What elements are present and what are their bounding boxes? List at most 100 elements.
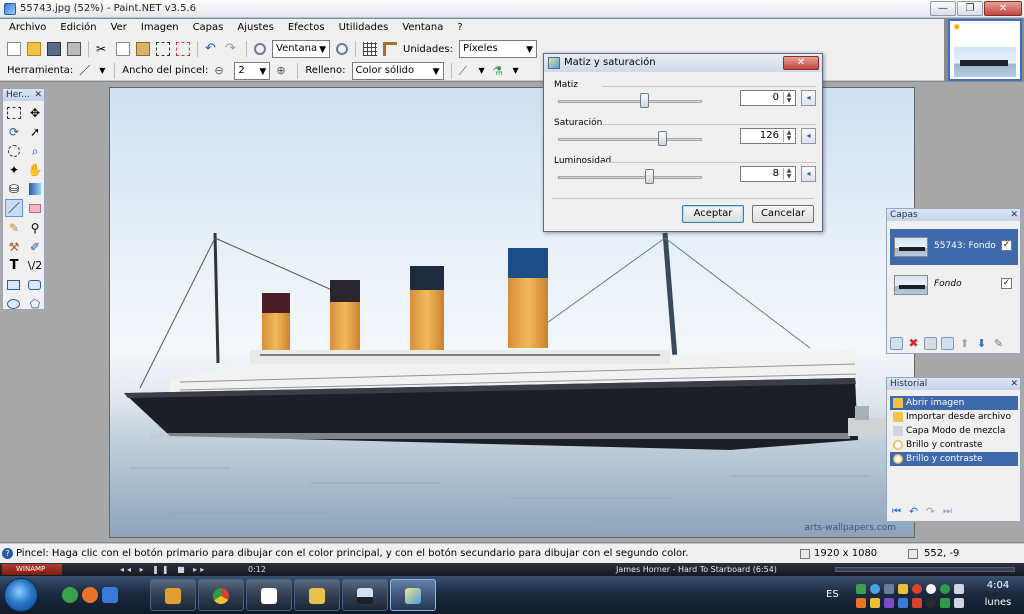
undo-icon[interactable]: ↶ <box>907 505 920 518</box>
zoom-mode-select[interactable]: Ventana ▼ <box>272 40 330 58</box>
layer-item[interactable]: Fondo ✓ <box>890 267 1018 303</box>
saturation-slider-thumb[interactable] <box>657 131 667 146</box>
close-button[interactable]: ✕ <box>984 1 1022 16</box>
menu-capas[interactable]: Capas <box>186 20 231 36</box>
lightness-input[interactable]: 8 ▲ ▼ <box>740 166 796 182</box>
tray-update-icon[interactable] <box>856 598 866 608</box>
tray-antivirus-icon[interactable] <box>912 584 922 594</box>
save-icon[interactable] <box>47 42 61 56</box>
paste-icon[interactable] <box>136 42 150 56</box>
rewind-icon[interactable]: ⏮ <box>890 505 903 518</box>
chevron-down-icon[interactable]: ▼ <box>513 64 521 78</box>
move-selection-icon[interactable]: ✥ <box>26 104 44 122</box>
paintbrush-icon[interactable]: ／ <box>79 64 93 78</box>
tray-bluetooth-icon[interactable] <box>898 598 908 608</box>
accept-button[interactable]: Aceptar <box>682 205 744 223</box>
hue-slider-track[interactable] <box>558 100 702 103</box>
layer-item[interactable]: 55743: Fondo ✓ <box>890 229 1018 265</box>
spin-arrows-icon[interactable]: ▲ ▼ <box>783 92 794 104</box>
fill-select[interactable]: Color sólido ▼ <box>351 61 444 80</box>
lightness-slider-track[interactable] <box>558 176 702 179</box>
history-item[interactable]: Abrir imagen <box>890 396 1018 410</box>
ellipse-icon[interactable] <box>7 299 20 309</box>
menu-imagen[interactable]: Imagen <box>134 20 186 36</box>
tray-volume-icon[interactable] <box>954 584 964 594</box>
ruler-icon[interactable] <box>383 42 397 56</box>
spin-arrows-icon[interactable]: ▲ ▼ <box>783 130 794 142</box>
add-layer-icon[interactable] <box>890 337 903 350</box>
cut-icon[interactable]: ✂ <box>96 42 110 56</box>
new-file-icon[interactable] <box>7 42 21 56</box>
chevron-down-icon[interactable]: ▼ <box>99 64 107 78</box>
tray-battery-icon[interactable] <box>940 598 950 608</box>
tray-network-icon[interactable] <box>856 584 866 594</box>
firefox-icon[interactable] <box>82 587 98 603</box>
winamp-controls[interactable]: ◂◂ ▸ ❚❚ ■ ▸▸ <box>120 563 207 576</box>
move-layer-up-icon[interactable]: ⬆ <box>958 337 971 350</box>
move-layer-down-icon[interactable]: ⬇ <box>975 337 988 350</box>
move-selection-outline-icon[interactable]: ➚ <box>26 123 44 141</box>
taskbar-app-folder[interactable] <box>294 579 340 611</box>
taskbar-app-winamp[interactable] <box>150 579 196 611</box>
line-curve-icon[interactable]: \/2 <box>26 257 44 275</box>
tray-security-icon[interactable] <box>898 584 908 594</box>
minimize-button[interactable]: — <box>930 1 956 16</box>
tray-device-icon[interactable] <box>884 584 894 594</box>
increase-width-icon[interactable]: ⊕ <box>276 64 290 78</box>
eraser-icon[interactable] <box>29 204 41 213</box>
lightness-reset-button[interactable]: ◂ <box>801 166 816 182</box>
copy-icon[interactable] <box>116 42 130 56</box>
paintbrush-tool-icon[interactable]: ／ <box>5 199 23 217</box>
recolor-icon[interactable]: ✐ <box>26 238 44 256</box>
fast-forward-icon[interactable]: ⏭ <box>941 505 954 518</box>
taskbar-app-paintnet[interactable] <box>390 579 436 611</box>
tray-warning-icon[interactable] <box>870 598 880 608</box>
clone-stamp-icon[interactable]: ⚒ <box>5 238 23 256</box>
taskbar-app-chrome[interactable] <box>198 579 244 611</box>
units-select[interactable]: Píxeles ▼ <box>459 40 537 58</box>
text-icon[interactable]: T <box>5 257 23 275</box>
chevron-down-icon[interactable]: ▼ <box>479 64 487 78</box>
spin-arrows-icon[interactable]: ▲ ▼ <box>783 168 794 180</box>
gradient-icon[interactable] <box>29 183 41 195</box>
tray-messenger-icon[interactable] <box>870 584 880 594</box>
undo-icon[interactable]: ↶ <box>205 42 219 56</box>
hue-slider-thumb[interactable] <box>640 93 650 108</box>
redo-icon[interactable]: ↷ <box>225 42 239 56</box>
lasso-select-icon[interactable]: ⟳ <box>5 123 23 141</box>
menu-help[interactable]: ? <box>450 20 469 36</box>
grid-icon[interactable] <box>363 42 377 56</box>
rectangle-icon[interactable] <box>7 280 20 290</box>
brush-width-select[interactable]: 2 ▼ <box>234 61 271 80</box>
color-picker-icon[interactable]: ⚲ <box>26 219 44 237</box>
lightness-slider-thumb[interactable] <box>644 169 654 184</box>
winamp-logo[interactable]: WINAMP <box>2 564 62 575</box>
history-item[interactable]: Brillo y contraste <box>890 438 1018 452</box>
layers-panel-close-icon[interactable]: ✕ <box>1010 209 1018 221</box>
print-icon[interactable] <box>67 42 81 56</box>
hue-input[interactable]: 0 ▲ ▼ <box>740 90 796 106</box>
tray-shield-icon[interactable] <box>912 598 922 608</box>
merge-layer-down-icon[interactable] <box>941 337 954 350</box>
menu-ver[interactable]: Ver <box>104 20 134 36</box>
zoom-in-icon[interactable] <box>336 43 348 55</box>
language-indicator[interactable]: ES <box>826 589 839 600</box>
zoom-icon[interactable]: ⌕ <box>26 142 44 160</box>
menu-archivo[interactable]: Archivo <box>2 20 53 36</box>
layer-properties-icon[interactable]: ✎ <box>992 337 1005 350</box>
layer-visibility-checkbox[interactable]: ✓ <box>1001 240 1012 251</box>
menu-edicion[interactable]: Edición <box>53 20 103 36</box>
antialiasing-icon[interactable]: ⟋ <box>459 64 473 78</box>
zoom-out-icon[interactable] <box>254 43 266 55</box>
freeform-shape-icon[interactable]: ⬠ <box>26 295 44 313</box>
menu-ajustes[interactable]: Ajustes <box>230 20 280 36</box>
tray-speaker-icon[interactable] <box>926 598 936 608</box>
tray-clock-app-icon[interactable] <box>926 584 936 594</box>
tray-app-icon[interactable] <box>884 598 894 608</box>
taskbar-clock[interactable]: 4:04 lunes <box>978 580 1018 608</box>
tools-panel-close-icon[interactable]: ✕ <box>34 89 42 101</box>
utorrent-icon[interactable] <box>62 587 78 603</box>
image-thumbnail[interactable]: ✸ <box>948 19 1022 81</box>
tray-sync-icon[interactable] <box>940 584 950 594</box>
dialog-close-button[interactable]: ✕ <box>783 56 819 70</box>
